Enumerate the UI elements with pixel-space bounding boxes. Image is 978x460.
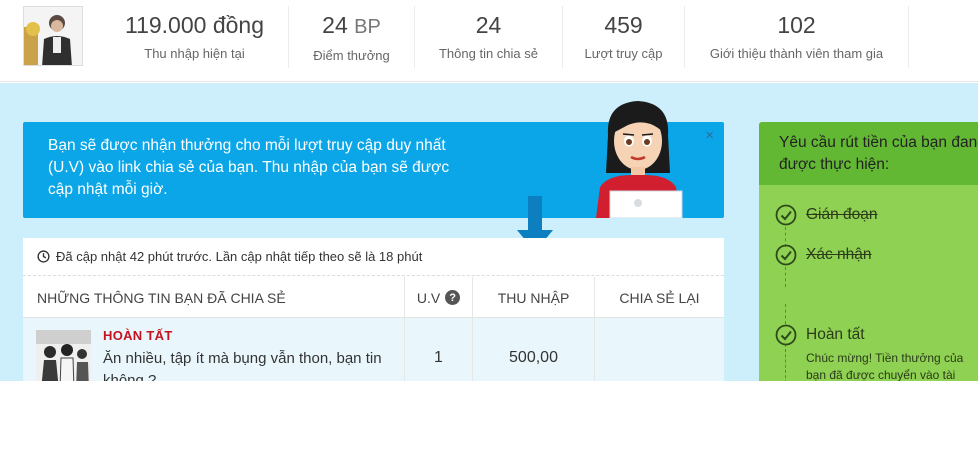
col-header-reshare-label: CHIA SẺ LẠI <box>619 289 700 306</box>
content-area: Bạn sẽ được nhận thưởng cho mỗi lượt tru… <box>0 83 978 381</box>
update-status: Đã cập nhật 42 phút trước. Lần cập nhật … <box>23 238 724 276</box>
withdraw-step-label: Xác nhận <box>806 246 872 263</box>
withdraw-step-confirmed: Xác nhận <box>775 244 872 266</box>
stat-bonus-value-wrap: 24 BP <box>289 12 414 40</box>
help-icon[interactable]: ? <box>445 290 461 305</box>
stats-bar: 119.000 đồng Thu nhập hiện tại 24 BP Điể… <box>0 0 978 82</box>
stat-bonus-value: 24 <box>322 12 348 38</box>
col-header-uv: U.V ? <box>404 277 472 318</box>
stat-referrals: 102 Giới thiệu thành viên tham gia <box>685 6 909 68</box>
col-header-reshare: CHIA SẺ LẠI <box>594 277 724 318</box>
avatar[interactable] <box>23 6 83 66</box>
col-header-info-label: NHỮNG THÔNG TIN BẠN ĐÃ CHIA SẺ <box>37 289 286 306</box>
avatar-photo <box>24 7 82 65</box>
withdraw-title: Yêu cầu rút tiền của bạn đang được thực … <box>759 122 978 185</box>
stat-referrals-label: Giới thiệu thành viên tham gia <box>709 46 884 61</box>
stat-shares: 24 Thông tin chia sẻ <box>415 6 563 68</box>
stat-shares-value: 24 <box>475 12 502 38</box>
stat-visits-label: Lượt truy cập <box>584 46 663 61</box>
col-header-uv-label: U.V <box>416 289 441 306</box>
withdraw-step-label: Hoàn tất <box>806 326 865 343</box>
stat-income-label: Thu nhập hiện tại <box>144 46 245 61</box>
stat-visits-value: 459 <box>604 12 643 38</box>
check-circle-icon <box>775 324 797 346</box>
withdraw-step-interrupted: Gián đoạn <box>775 204 878 226</box>
check-circle-icon <box>775 204 797 226</box>
withdraw-status-panel: Yêu cầu rút tiền của bạn đang được thực … <box>759 122 978 381</box>
income-cell: 500,00 <box>472 318 594 381</box>
clock-icon <box>37 250 50 263</box>
stat-income-value: 119.000 đồng <box>125 12 264 38</box>
withdraw-step-complete: Hoàn tất <box>775 324 865 346</box>
stat-visits: 459 Lượt truy cập <box>563 6 685 68</box>
stat-shares-label: Thông tin chia sẻ <box>438 46 538 61</box>
stat-income: 119.000 đồng Thu nhập hiện tại <box>101 6 289 68</box>
article-title-link[interactable]: Ăn nhiều, tập ít mà bụng vẫn thon, bạn t… <box>103 348 403 381</box>
step-connector <box>785 344 786 381</box>
table-row[interactable]: HOÀN TẤT Ăn nhiều, tập ít mà bụng vẫn th… <box>23 318 724 381</box>
stat-referrals-value: 102 <box>777 12 816 38</box>
stat-bonus-unit: BP <box>354 16 381 38</box>
stat-bonus-points: 24 BP Điểm thưởng <box>289 6 415 68</box>
step-connector <box>785 267 786 287</box>
update-status-text: Đã cập nhật 42 phút trước. Lần cập nhật … <box>56 249 423 264</box>
uv-cell: 1 <box>404 318 472 381</box>
article-thumbnail[interactable] <box>36 330 91 381</box>
col-header-income-label: THU NHẬP <box>497 289 570 306</box>
col-header-income: THU NHẬP <box>472 277 594 318</box>
reshare-cell[interactable] <box>594 318 724 381</box>
check-circle-icon <box>775 244 797 266</box>
status-badge: HOÀN TẤT <box>103 328 173 343</box>
shares-table-header: NHỮNG THÔNG TIN BẠN ĐÃ CHIA SẺ U.V ? THU… <box>23 277 724 318</box>
shares-card: Đã cập nhật 42 phút trước. Lần cập nhật … <box>23 238 724 381</box>
stat-bonus-label: Điểm thưởng <box>313 48 390 63</box>
col-header-info: NHỮNG THÔNG TIN BẠN ĐÃ CHIA SẺ <box>23 277 404 318</box>
notice-text: Bạn sẽ được nhận thưởng cho mỗi lượt tru… <box>48 137 450 198</box>
withdraw-note: Chúc mừng! Tiền thưởng của bạn đã được c… <box>806 351 964 381</box>
close-icon[interactable]: × <box>705 127 714 144</box>
step-connector <box>785 304 786 324</box>
mascot-illustration <box>596 101 683 218</box>
withdraw-step-label: Gián đoạn <box>806 206 878 223</box>
